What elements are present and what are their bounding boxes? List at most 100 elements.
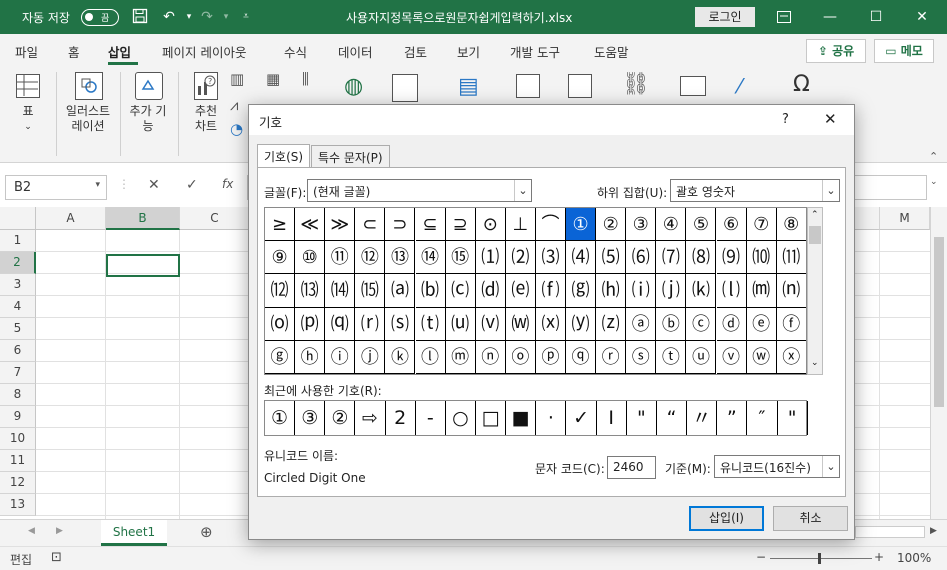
recent-symbol-cell[interactable]: □	[476, 401, 507, 435]
symbol-cell[interactable]: ⒳	[535, 307, 566, 341]
symbol-cell[interactable]: ⒧	[716, 274, 747, 308]
illustrations-icon[interactable]	[75, 72, 103, 100]
symbol-cell[interactable]: ⓧ	[776, 340, 806, 374]
symbol-cell[interactable]: ⒤	[626, 274, 657, 308]
expand-formula-icon[interactable]: ⌄	[930, 177, 938, 187]
recommended-charts-icon[interactable]: ?	[194, 72, 218, 100]
scrollbar-thumb[interactable]	[934, 237, 944, 407]
login-button[interactable]: 로그인	[695, 7, 755, 27]
zoom-slider-thumb[interactable]	[818, 553, 821, 564]
tab-symbols[interactable]: 기호(S)	[257, 144, 311, 168]
customize-toolbar-icon[interactable]: ⩡	[237, 8, 255, 26]
symbol-cell[interactable]: ⓑ	[656, 307, 687, 341]
comment-insert-icon[interactable]	[680, 76, 706, 96]
symbol-cell[interactable]: ⒁	[325, 274, 356, 308]
sheet-tab[interactable]: Sheet1	[101, 520, 167, 546]
redo-dropdown-icon[interactable]: ▾	[217, 8, 235, 26]
pie-chart-icon[interactable]: ◔	[230, 120, 243, 138]
pivot-chart-icon[interactable]	[392, 74, 418, 102]
symbol-cell[interactable]: ⓞ	[505, 340, 536, 374]
symbol-cell[interactable]: ⓛ	[415, 340, 446, 374]
dialog-close-icon[interactable]: ✕	[824, 110, 837, 128]
recent-symbol-cell[interactable]: 〃	[687, 401, 718, 435]
symbol-cell[interactable]: ⒴	[566, 307, 597, 341]
symbol-cell[interactable]: ≪	[295, 208, 326, 242]
symbol-cell[interactable]: ⒵	[596, 307, 627, 341]
recent-symbol-cell[interactable]: ①	[265, 401, 296, 435]
column-header[interactable]: A	[36, 207, 106, 230]
scroll-down-icon[interactable]: ⌄	[811, 358, 819, 368]
symbol-cell[interactable]: ≫	[325, 208, 356, 242]
recent-symbol-cell[interactable]: ②	[325, 401, 356, 435]
symbol-cell[interactable]: ⑩	[295, 241, 326, 275]
ribbon-display-icon[interactable]	[761, 0, 807, 34]
symbol-cell[interactable]: ⊥	[505, 208, 536, 242]
symbol-cell[interactable]: ⑸	[596, 241, 627, 275]
save-icon[interactable]	[131, 8, 149, 26]
insert-button[interactable]: 삽입(I)	[689, 506, 764, 531]
symbol-cell[interactable]: ③	[626, 208, 657, 242]
font-select[interactable]: (현재 글꼴) ⌄	[307, 179, 532, 202]
recent-symbol-cell[interactable]: "	[627, 401, 657, 435]
symbol-cell[interactable]: ⒦	[686, 274, 717, 308]
row-header[interactable]: 10	[0, 428, 36, 450]
symbol-cell[interactable]: ⊇	[445, 208, 476, 242]
help-icon[interactable]: ?	[782, 112, 789, 127]
minimize-icon[interactable]: —	[807, 0, 853, 34]
symbol-cell[interactable]: ⓚ	[385, 340, 416, 374]
symbol-grid-scrollbar[interactable]: ⌃ ⌄	[807, 207, 823, 375]
tab-view[interactable]: 보기	[457, 42, 480, 61]
column-chart-icon[interactable]: ▥	[230, 70, 244, 88]
symbol-cell[interactable]: ⒪	[265, 307, 296, 341]
column-header[interactable]: B	[106, 207, 180, 230]
recent-symbol-cell[interactable]: -	[416, 401, 446, 435]
add-sheet-icon[interactable]: ⊕	[200, 523, 213, 541]
symbol-cell[interactable]: ⓓ	[716, 307, 747, 341]
tab-file[interactable]: 파일	[15, 42, 38, 61]
row-header[interactable]: 11	[0, 450, 36, 472]
tab-insert[interactable]: 삽입	[108, 42, 131, 61]
recent-symbol-cell[interactable]: "	[778, 401, 808, 435]
insert-function-icon[interactable]: fx	[222, 177, 233, 191]
accessibility-icon[interactable]: ⊡	[51, 550, 62, 565]
basis-select[interactable]: 유니코드(16진수) ⌄	[714, 455, 840, 478]
symbol-cell[interactable]: ⑬	[385, 241, 416, 275]
symbol-cell[interactable]: ⌒	[535, 208, 566, 242]
recent-symbol-cell[interactable]: ″	[747, 401, 778, 435]
symbol-cell[interactable]: ①	[566, 208, 597, 242]
tab-page-layout[interactable]: 페이지 레이아웃	[162, 42, 246, 61]
symbol-cell[interactable]: ⑻	[686, 241, 717, 275]
sparkline-icon[interactable]	[516, 74, 540, 98]
autosave-toggle[interactable]: 끔	[81, 9, 119, 26]
close-icon[interactable]: ✕	[899, 0, 945, 34]
symbol-cell[interactable]: ⑿	[265, 274, 296, 308]
recent-symbol-cell[interactable]: ”	[717, 401, 748, 435]
symbol-cell[interactable]: ⒡	[535, 274, 566, 308]
symbol-cell[interactable]: ⊂	[355, 208, 386, 242]
row-header[interactable]: 4	[0, 296, 36, 318]
row-header[interactable]: 3	[0, 274, 36, 296]
recent-symbol-cell[interactable]: ✓	[567, 401, 597, 435]
tab-data[interactable]: 데이터	[338, 42, 373, 61]
cancel-entry-icon[interactable]: ✕	[148, 177, 160, 193]
scroll-left-icon[interactable]: ◀	[28, 526, 35, 536]
symbol-cell[interactable]: ⒱	[475, 307, 506, 341]
symbol-cell[interactable]: ⊙	[475, 208, 506, 242]
symbol-cell[interactable]: ⒟	[475, 274, 506, 308]
formula-bar-handle-icon[interactable]: ⋮	[118, 177, 130, 191]
hierarchy-chart-icon[interactable]: ▦	[266, 70, 280, 88]
symbol-cell[interactable]: ⒜	[385, 274, 416, 308]
recent-symbol-cell[interactable]: “	[657, 401, 688, 435]
link-icon[interactable]: ⛓	[622, 72, 650, 97]
symbol-cell[interactable]: ⓟ	[535, 340, 566, 374]
line-chart-icon[interactable]: ⩘	[230, 96, 238, 114]
symbol-cell[interactable]: ⒀	[295, 274, 326, 308]
symbol-cell[interactable]: ⑷	[566, 241, 597, 275]
symbol-cell[interactable]: ⒭	[355, 307, 386, 341]
symbol-cell[interactable]: ⑧	[776, 208, 806, 242]
symbol-cell[interactable]: ⒣	[596, 274, 627, 308]
scroll-right-icon[interactable]: ▶	[56, 526, 63, 536]
symbol-cell[interactable]: ④	[656, 208, 687, 242]
symbol-cell[interactable]: ⊆	[415, 208, 446, 242]
row-header[interactable]: 1	[0, 230, 36, 252]
